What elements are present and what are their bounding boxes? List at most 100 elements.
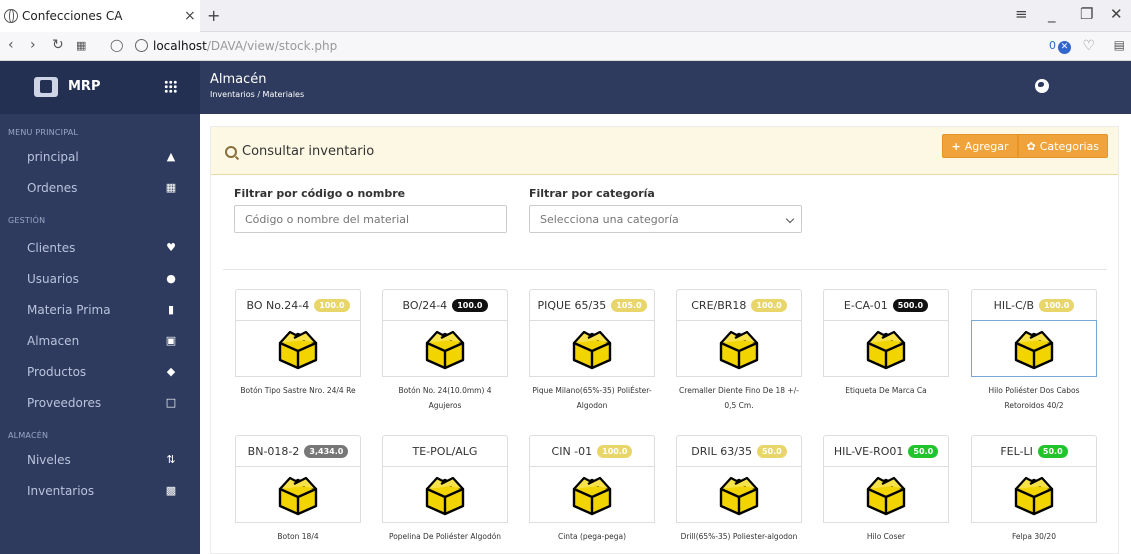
product-card[interactable]: CRE/BR18 100.0 Cremaller Diente Fino De 18…: [676, 289, 802, 413]
sidebar-item-label: Clientes: [27, 240, 76, 255]
product-name: Botón Tipo Sastre Nro. 24/4 Re: [240, 386, 356, 395]
product-code: BN-018-2: [247, 444, 300, 458]
product-image[interactable]: [235, 320, 361, 377]
product-image[interactable]: [235, 466, 361, 523]
globe-icon: [4, 9, 18, 23]
package-box-icon: [425, 476, 465, 515]
panel-actions: + Agregar ✿ Categorias: [942, 134, 1108, 158]
forward-icon[interactable]: ›: [30, 37, 36, 53]
product-card[interactable]: BN-018-2 3,434.0 Boton 18/4: [235, 435, 361, 544]
reader-mode-icon[interactable]: ▤: [1114, 38, 1125, 52]
browser-navbar: ‹ › ↻ ▦ ◯ localhost/DAVA/view/stock.php …: [0, 32, 1131, 61]
sidebar-item-usuarios[interactable]: Usuarios ●: [0, 263, 200, 294]
product-image[interactable]: [676, 320, 802, 377]
add-button[interactable]: + Agregar: [942, 134, 1018, 158]
product-image[interactable]: [823, 320, 949, 377]
package-box-icon: [719, 476, 759, 515]
sidebar-item-label: Ordenes: [27, 180, 78, 195]
product-name: Hilo Coser: [866, 532, 906, 541]
product-card[interactable]: HIL-C/B 100.0 Hilo Poliéster Dos Cabos Ret…: [971, 289, 1097, 413]
zoom-reset-icon[interactable]: ✕: [1058, 41, 1071, 54]
apps-menu-icon[interactable]: [164, 80, 177, 93]
zoom-count: 0: [1049, 39, 1056, 52]
file-icon: ▮: [167, 302, 175, 316]
brand[interactable]: MRP: [0, 61, 200, 114]
product-card[interactable]: CIN -01 100.0 Cinta (pega-pega): [529, 435, 655, 544]
sidebar-item-proveedores[interactable]: Proveedores □: [0, 387, 200, 418]
tab-close-icon[interactable]: ×: [184, 8, 196, 24]
product-image[interactable]: [529, 320, 655, 377]
product-header: E-CA-01 500.0: [823, 289, 949, 320]
sidebar-item-clientes[interactable]: Clientes ♥: [0, 232, 200, 263]
categories-button[interactable]: ✿ Categorias: [1017, 134, 1108, 158]
page-title: Almacén: [210, 72, 267, 87]
quantity-badge: 100.0: [751, 298, 787, 312]
zoom-indicator[interactable]: 0 ✕: [1049, 39, 1071, 54]
product-card[interactable]: DRIL 63/35 50.0 Drill(65%-35) Poliester-al…: [676, 435, 802, 544]
package-box-icon: [719, 330, 759, 369]
product-header: BO No.24-4 100.0: [235, 289, 361, 320]
package-box-icon: [1014, 476, 1054, 515]
product-card[interactable]: BO/24-4 100.0 Botón No. 24(10.0mm) 4 Aguje…: [382, 289, 508, 413]
package-box-icon: [572, 330, 612, 369]
product-card[interactable]: HIL-VE-RO01 50.0 Hilo Coser: [823, 435, 949, 544]
back-icon[interactable]: ‹: [8, 37, 14, 53]
brand-name: MRP: [68, 79, 101, 94]
category-select[interactable]: Selecciona una categoría: [529, 205, 802, 233]
panel-header: Consultar inventario + Agregar ✿ Categor…: [211, 127, 1118, 175]
tab-list-icon[interactable]: ≡: [1015, 5, 1028, 23]
product-image[interactable]: [529, 466, 655, 523]
product-image[interactable]: [676, 466, 802, 523]
site-info-icon[interactable]: ◯: [110, 38, 123, 52]
new-tab-icon[interactable]: +: [207, 6, 220, 25]
browser-tab[interactable]: Confecciones CA ×: [0, 0, 200, 32]
product-code: DRIL 63/35: [691, 444, 752, 458]
language-globe-icon[interactable]: [1035, 79, 1049, 93]
apps-grid-icon[interactable]: ▦: [76, 39, 86, 52]
sidebar-section-main: MENU PRINCIPAL: [8, 128, 79, 137]
search-icon: [225, 145, 237, 158]
product-image[interactable]: [971, 466, 1097, 523]
phone-icon: □: [165, 395, 177, 409]
product-image[interactable]: [382, 320, 508, 377]
sidebar-item-almacen[interactable]: Almacen ▣: [0, 325, 200, 356]
quantity-badge: 50.0: [908, 444, 939, 458]
bookmark-heart-icon[interactable]: ♡: [1082, 38, 1095, 54]
product-image[interactable]: [971, 320, 1097, 377]
product-card[interactable]: BO No.24-4 100.0 Botón Tipo Sastre Nro. 24…: [235, 289, 361, 398]
code-filter-input[interactable]: [234, 205, 507, 233]
sidebar-item-materia-prima[interactable]: Materia Prima ▮: [0, 294, 200, 325]
product-image[interactable]: [823, 466, 949, 523]
quantity-badge: 500.0: [892, 298, 929, 312]
panel-title: Consultar inventario: [225, 144, 374, 159]
reload-icon[interactable]: ↻: [52, 37, 64, 53]
heart-icon: ♥: [166, 240, 176, 254]
product-card[interactable]: FEL-LI 50.0 Felpa 30/20: [971, 435, 1097, 544]
quantity-badge: 100.0: [314, 298, 350, 312]
product-card[interactable]: PIQUE 65/35 105.0 Pique Milano(65%-35) Pol…: [529, 289, 655, 413]
sidebar-item-label: Inventarios: [27, 483, 95, 498]
minimize-icon[interactable]: _: [1048, 5, 1056, 23]
product-card[interactable]: TE-POL/ALG Popelina De Poliéster Algodón: [382, 435, 508, 544]
sidebar-item-principal[interactable]: principal ▲: [0, 141, 200, 172]
home-icon: ▲: [166, 149, 176, 163]
sidebar-item-niveles[interactable]: Niveles ⇅: [0, 444, 200, 475]
leaf-icon: ✿: [1026, 139, 1036, 153]
address-bar[interactable]: localhost/DAVA/view/stock.php 0 ✕ ♡ ▤: [131, 35, 1125, 58]
sidebar: MENU PRINCIPAL principal ▲ Ordenes ▦ GES…: [0, 114, 200, 554]
package-box-icon: [866, 330, 906, 369]
window-close-icon[interactable]: ✕: [1110, 5, 1123, 23]
quantity-badge: 100.0: [1039, 298, 1075, 312]
restore-icon[interactable]: ❐: [1080, 5, 1093, 23]
browser-tabbar: Confecciones CA × + ≡ _ ❐ ✕: [0, 0, 1131, 32]
product-card[interactable]: E-CA-01 500.0 Etiqueta De Marca Ca: [823, 289, 949, 398]
sidebar-item-label: Almacen: [27, 333, 80, 348]
sidebar-item-ordenes[interactable]: Ordenes ▦: [0, 172, 200, 203]
product-header: TE-POL/ALG: [382, 435, 508, 466]
sidebar-item-inventarios[interactable]: Inventarios ▩: [0, 475, 200, 506]
sidebar-item-productos[interactable]: Productos ◆: [0, 356, 200, 387]
categories-button-label: Categorias: [1039, 139, 1099, 153]
product-image[interactable]: [382, 466, 508, 523]
url-host: localhost: [153, 39, 207, 53]
quantity-badge: 100.0: [597, 444, 633, 458]
